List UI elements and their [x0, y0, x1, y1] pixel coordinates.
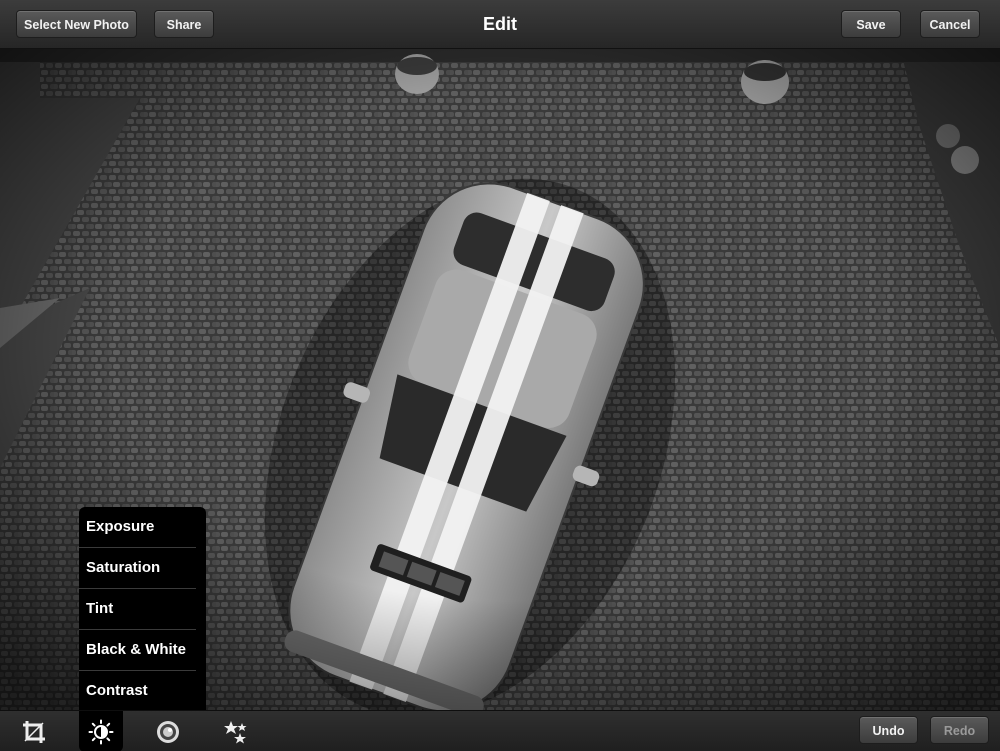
filter-icon	[157, 720, 179, 743]
crop-icon	[23, 720, 45, 743]
filter-tool-button[interactable]	[146, 711, 190, 751]
effects-stars-icon	[224, 720, 247, 743]
photo-editor-app: Select New Photo Share Edit Save Cancel	[0, 0, 1000, 751]
save-button[interactable]: Save	[841, 10, 901, 38]
undo-button[interactable]: Undo	[859, 716, 918, 744]
menu-item-exposure[interactable]: Exposure	[79, 507, 196, 548]
menu-item-tint[interactable]: Tint	[79, 589, 196, 630]
top-navigation-bar: Select New Photo Share Edit Save Cancel	[0, 0, 1000, 49]
menu-item-contrast[interactable]: Contrast	[79, 671, 196, 711]
redo-button[interactable]: Redo	[930, 716, 989, 744]
adjust-tool-button[interactable]	[79, 711, 123, 751]
crop-tool-button[interactable]	[12, 711, 56, 751]
adjustments-menu: Exposure Saturation Tint Black & White C…	[79, 507, 206, 710]
bottom-toolbar: Undo Redo	[0, 710, 1000, 751]
menu-item-saturation[interactable]: Saturation	[79, 548, 196, 589]
brightness-icon	[88, 719, 114, 744]
cancel-button[interactable]: Cancel	[920, 10, 980, 38]
select-new-photo-button[interactable]: Select New Photo	[16, 10, 137, 38]
share-button[interactable]: Share	[154, 10, 214, 38]
menu-item-black-white[interactable]: Black & White	[79, 630, 196, 671]
effects-tool-button[interactable]	[214, 711, 258, 751]
